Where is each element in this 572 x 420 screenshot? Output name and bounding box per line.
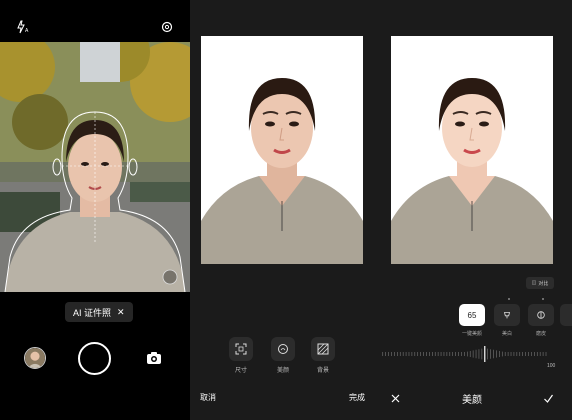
tool-background-button[interactable]: 背景 xyxy=(311,337,335,374)
id-photo-beauty-preview xyxy=(391,36,553,264)
close-icon[interactable] xyxy=(390,391,401,403)
beauty-option-smoothing[interactable]: 磨皮 xyxy=(528,304,554,337)
compare-icon: ◫ xyxy=(531,280,537,286)
beauty-screen: ◫ 对比 65 一键美颜 美白 磨皮 100 美颜 xyxy=(382,0,572,420)
tool-size-label: 尺寸 xyxy=(234,368,247,374)
mode-chip-ai-id-photo[interactable]: AI 证件照 ✕ xyxy=(65,302,133,322)
beauty-option-label: 磨皮 xyxy=(535,331,546,337)
crop-frame-icon xyxy=(229,337,253,361)
check-icon[interactable] xyxy=(543,391,554,403)
id-photo-preview xyxy=(201,36,363,264)
close-icon[interactable]: ✕ xyxy=(117,307,125,318)
beauty-option-value: 65 xyxy=(467,310,477,320)
beauty-option-label: 一键美颜 xyxy=(461,331,482,337)
beauty-intensity-slider[interactable] xyxy=(382,344,548,364)
flash-auto-icon[interactable]: A xyxy=(16,20,30,34)
beauty-icon xyxy=(271,337,295,361)
beauty-title: 美颜 xyxy=(462,395,482,406)
option-indicator-dot xyxy=(542,298,544,300)
tool-size-button[interactable]: 尺寸 xyxy=(229,337,253,374)
compare-button[interactable]: ◫ 对比 xyxy=(526,277,554,289)
tool-beauty-button[interactable]: 美颜 xyxy=(271,337,295,374)
svg-text:A: A xyxy=(25,28,29,34)
camera-screen: A AI 证件照 ✕ xyxy=(0,0,190,420)
beauty-option-whitening[interactable]: 美白 xyxy=(494,304,520,337)
tool-beauty-label: 美颜 xyxy=(276,368,289,374)
done-button[interactable]: 完成 xyxy=(349,392,365,403)
camera-switch-icon[interactable] xyxy=(145,349,163,367)
beauty-option-label: 美白 xyxy=(501,331,512,337)
slider-ticks xyxy=(382,346,547,362)
cancel-button[interactable]: 取消 xyxy=(200,392,216,403)
whitening-icon xyxy=(494,304,520,326)
option-indicator-dot xyxy=(508,298,510,300)
mode-chip-label: AI 证件照 xyxy=(73,307,112,318)
slider-max-label: 100 xyxy=(547,363,556,369)
background-pattern-icon xyxy=(311,337,335,361)
more-icon xyxy=(560,304,572,326)
tool-background-label: 背景 xyxy=(316,368,329,374)
beauty-option-more[interactable] xyxy=(560,304,572,326)
shutter-button[interactable] xyxy=(78,342,111,375)
result-screen: 尺寸 美颜 背景 取消 完成 xyxy=(190,0,382,420)
compare-label: 对比 xyxy=(538,280,549,287)
gear-icon[interactable] xyxy=(160,20,174,34)
gallery-thumbnail[interactable] xyxy=(24,347,46,369)
camera-viewfinder[interactable] xyxy=(0,42,190,292)
smoothing-icon xyxy=(528,304,554,326)
beauty-option-oneclick[interactable]: 65 一键美颜 xyxy=(459,304,485,337)
